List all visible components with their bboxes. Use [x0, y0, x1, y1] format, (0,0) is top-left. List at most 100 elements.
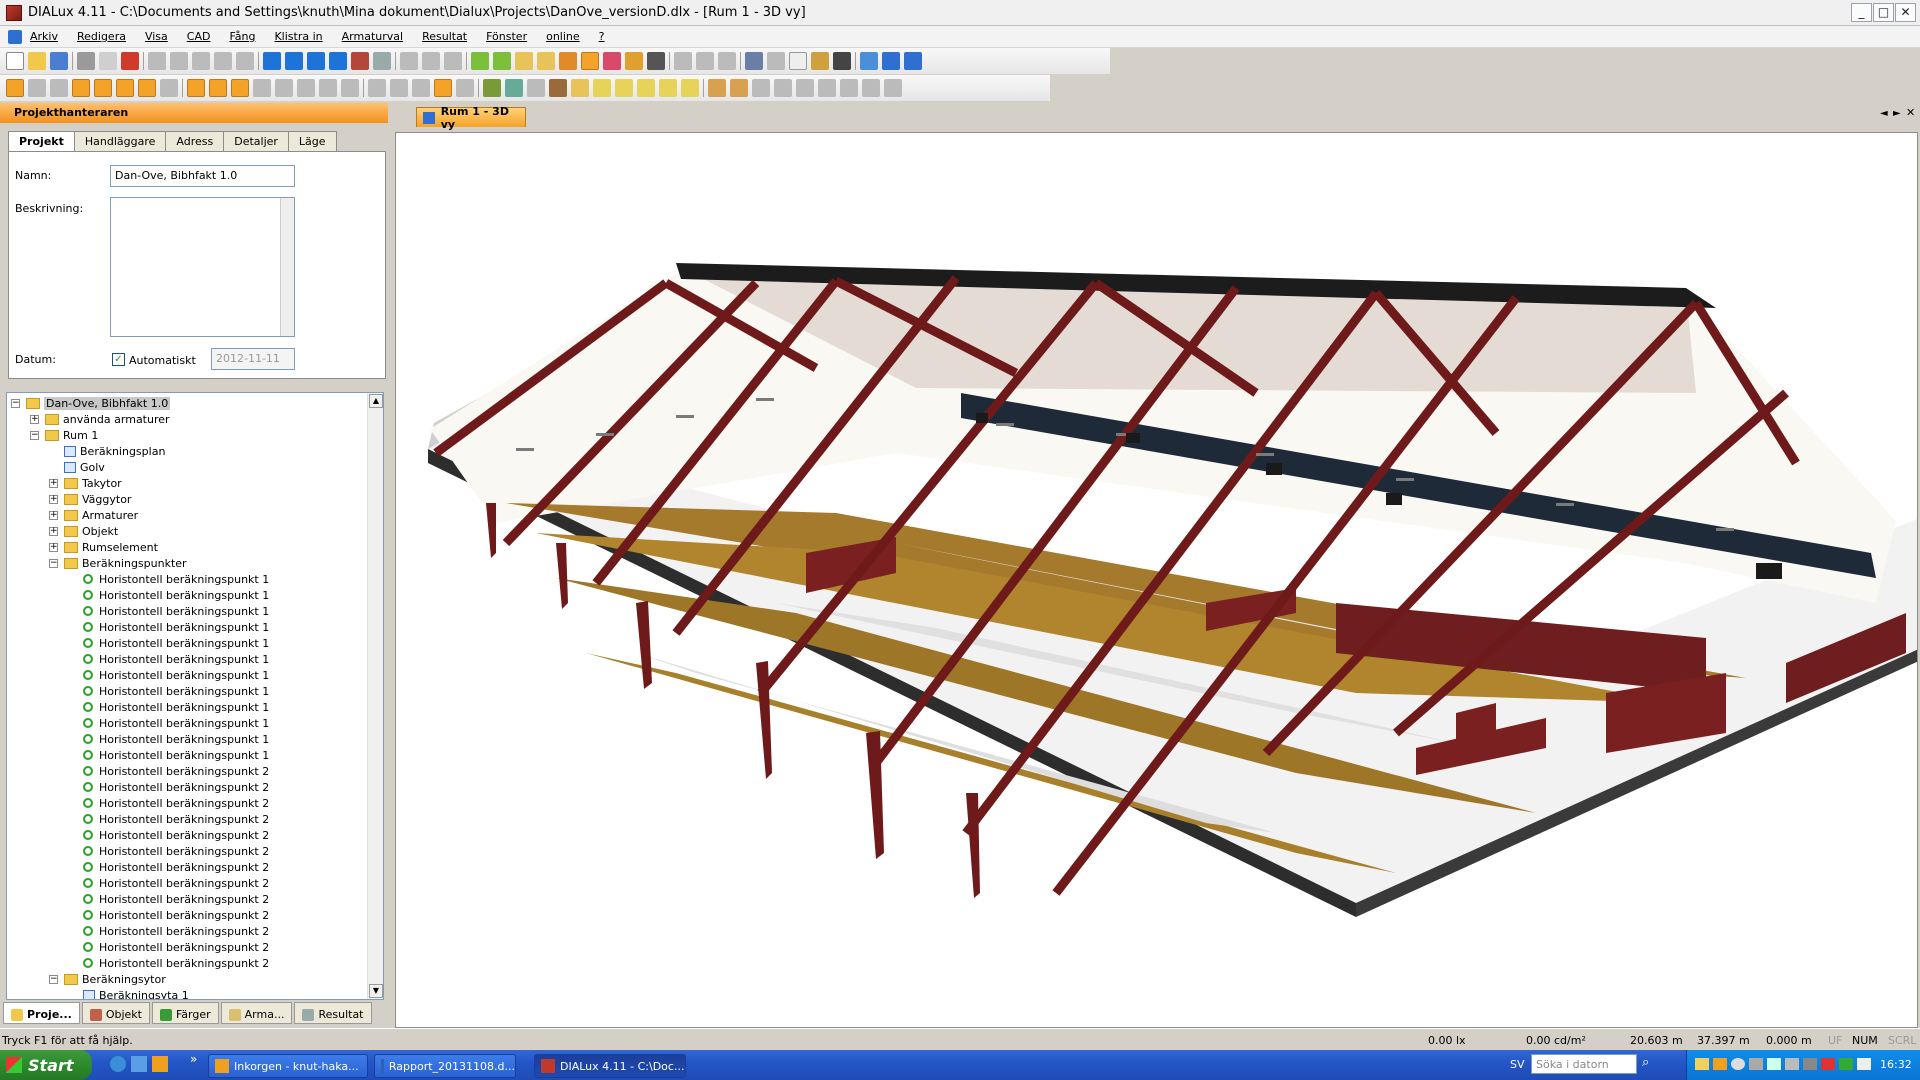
tree-folder-5[interactable]: + Objekt	[49, 523, 118, 539]
tree-calc-point[interactable]: Horistontell beräkningspunkt 2	[68, 923, 269, 939]
render-icon[interactable]	[581, 52, 599, 70]
tab-objekt-bottom[interactable]: Objekt	[81, 1002, 150, 1024]
line-arrangement-icon[interactable]	[515, 52, 533, 70]
table-small-icon[interactable]	[884, 79, 902, 97]
expand-toggle-icon[interactable]: +	[49, 478, 58, 488]
magnet-3-icon[interactable]	[297, 79, 315, 97]
texture-icon[interactable]	[549, 79, 567, 97]
select-icon[interactable]	[6, 79, 24, 97]
tree-scrollbar[interactable]: ▲ ▼	[367, 393, 383, 999]
magnet-off-icon[interactable]	[253, 79, 271, 97]
print-preview-icon[interactable]	[99, 52, 117, 70]
snap-perp-icon[interactable]	[160, 79, 178, 97]
copy-icon[interactable]	[170, 52, 188, 70]
expand-toggle-icon[interactable]: −	[49, 974, 58, 984]
snap-midpoint-icon[interactable]	[94, 79, 112, 97]
tree-calc-point[interactable]: Horistontell beräkningspunkt 2	[68, 955, 269, 971]
calc-icon[interactable]	[559, 52, 577, 70]
zoom-icon[interactable]	[444, 52, 462, 70]
sync-tray-icon[interactable]	[1731, 1058, 1745, 1070]
tab-adress[interactable]: Adress	[165, 131, 225, 151]
tree-calc-point[interactable]: Horistontell beräkningspunkt 1	[68, 619, 269, 635]
antivirus-tray-icon[interactable]	[1839, 1058, 1853, 1070]
snap-endpoint-icon[interactable]	[72, 79, 90, 97]
prism-icon[interactable]	[659, 79, 677, 97]
menu-fonster[interactable]: Fönster	[486, 30, 527, 43]
hand-icon[interactable]	[434, 79, 452, 97]
cut-icon[interactable]	[148, 52, 166, 70]
walk-icon[interactable]	[456, 79, 474, 97]
shape-icon[interactable]	[527, 79, 545, 97]
name-field[interactable]: Dan-Ove, Bibhfakt 1.0	[110, 165, 295, 187]
align-icon[interactable]	[696, 52, 714, 70]
paste-icon[interactable]	[192, 52, 210, 70]
taskbar-search-input[interactable]: Söka i datorn	[1531, 1054, 1637, 1074]
tree-folder-3[interactable]: + Väggytor	[49, 491, 131, 507]
tree-calc-point[interactable]: Horistontell beräkningspunkt 1	[68, 571, 269, 587]
tree-folder-6[interactable]: + Rumselement	[49, 539, 158, 555]
menu-help[interactable]: ?	[599, 30, 605, 43]
tree-calc-point[interactable]: Horistontell beräkningspunkt 2	[68, 875, 269, 891]
tree-calc-point[interactable]: Horistontell beräkningspunkt 2	[68, 843, 269, 859]
tab-close-icon[interactable]: ✕	[1906, 106, 1915, 119]
minimize-button[interactable]: _	[1851, 3, 1872, 22]
tree-calc-point[interactable]: Horistontell beräkningspunkt 2	[68, 779, 269, 795]
furniture-icon[interactable]	[483, 79, 501, 97]
quicklaunch-more-icon[interactable]: »	[190, 1052, 197, 1066]
cylinder-icon[interactable]	[593, 79, 611, 97]
link-icon[interactable]	[767, 52, 785, 70]
menu-visa[interactable]: Visa	[145, 30, 168, 43]
open-icon[interactable]	[28, 52, 46, 70]
task-inkorgen[interactable]: Inkorgen - knut-haka...	[208, 1054, 368, 1078]
tree-calc-surfaces[interactable]: − Beräkningsytor	[49, 971, 166, 987]
tree-calc-point[interactable]: Horistontell beräkningspunkt 2	[68, 827, 269, 843]
table-icon[interactable]	[745, 52, 763, 70]
outlook-tray-icon[interactable]	[1713, 1058, 1727, 1070]
maximize-button[interactable]: □	[1873, 3, 1894, 22]
zoom-extents-icon[interactable]	[373, 52, 391, 70]
tab-resultat-bottom[interactable]: Resultat	[294, 1002, 372, 1024]
tree-calc-point[interactable]: Horistontell beräkningspunkt 2	[68, 939, 269, 955]
tree-calc-point[interactable]: Horistontell beräkningspunkt 1	[68, 731, 269, 747]
tree-calc-point[interactable]: Horistontell beräkningspunkt 1	[68, 715, 269, 731]
magnet-edge-icon[interactable]	[209, 79, 227, 97]
volume-tray-icon[interactable]	[1767, 1058, 1781, 1070]
tab-rum1-3d[interactable]: Rum 1 - 3D vy	[416, 105, 526, 131]
view-top-icon[interactable]	[329, 52, 347, 70]
orbit-icon[interactable]	[412, 79, 430, 97]
tab-nav-next-icon[interactable]: ►	[1893, 108, 1901, 119]
sphere-icon[interactable]	[615, 79, 633, 97]
calc-surface-icon[interactable]	[708, 79, 726, 97]
document-icon[interactable]	[789, 52, 807, 70]
menu-resultat[interactable]: Resultat	[422, 30, 467, 43]
key-icon[interactable]	[811, 52, 829, 70]
cube-icon[interactable]	[571, 79, 589, 97]
tree-calc-point[interactable]: Horistontell beräkningspunkt 1	[68, 587, 269, 603]
tree-calc-point[interactable]: Horistontell beräkningspunkt 1	[68, 603, 269, 619]
luminaire-icon[interactable]	[471, 52, 489, 70]
view-front-icon[interactable]	[285, 52, 303, 70]
expand-toggle-icon[interactable]: −	[11, 398, 20, 408]
save-icon[interactable]	[50, 52, 68, 70]
expand-toggle-icon[interactable]: +	[49, 526, 58, 536]
tree-calc-surface-1[interactable]: Beräkningsyta 1	[68, 987, 189, 999]
new-icon[interactable]	[6, 52, 24, 70]
tree-calc-point[interactable]: Horistontell beräkningspunkt 2	[68, 795, 269, 811]
menu-fang[interactable]: Fång	[229, 30, 255, 43]
menu-cad[interactable]: CAD	[187, 30, 211, 43]
magnet-4-icon[interactable]	[319, 79, 337, 97]
3d-viewport[interactable]	[395, 132, 1920, 1028]
pan-icon[interactable]	[422, 52, 440, 70]
tree-calc-point[interactable]: Horistontell beräkningspunkt 2	[68, 811, 269, 827]
menu-armaturval[interactable]: Armaturval	[342, 30, 403, 43]
tree-floor[interactable]: Golv	[49, 459, 105, 475]
menu-online[interactable]: online	[546, 30, 580, 43]
tree-calc-point[interactable]: Horistontell beräkningspunkt 2	[68, 907, 269, 923]
select-point-icon[interactable]	[28, 79, 46, 97]
tree-root[interactable]: − Dan-Ove, Bibhfakt 1.0	[11, 395, 171, 411]
tree-calc-point[interactable]: Horistontell beräkningspunkt 1	[68, 667, 269, 683]
tree-calc-point[interactable]: Horistontell beräkningspunkt 1	[68, 699, 269, 715]
settings-icon[interactable]	[862, 79, 880, 97]
monitor-icon[interactable]	[833, 52, 851, 70]
menu-arkiv[interactable]: Arkiv	[30, 30, 58, 43]
